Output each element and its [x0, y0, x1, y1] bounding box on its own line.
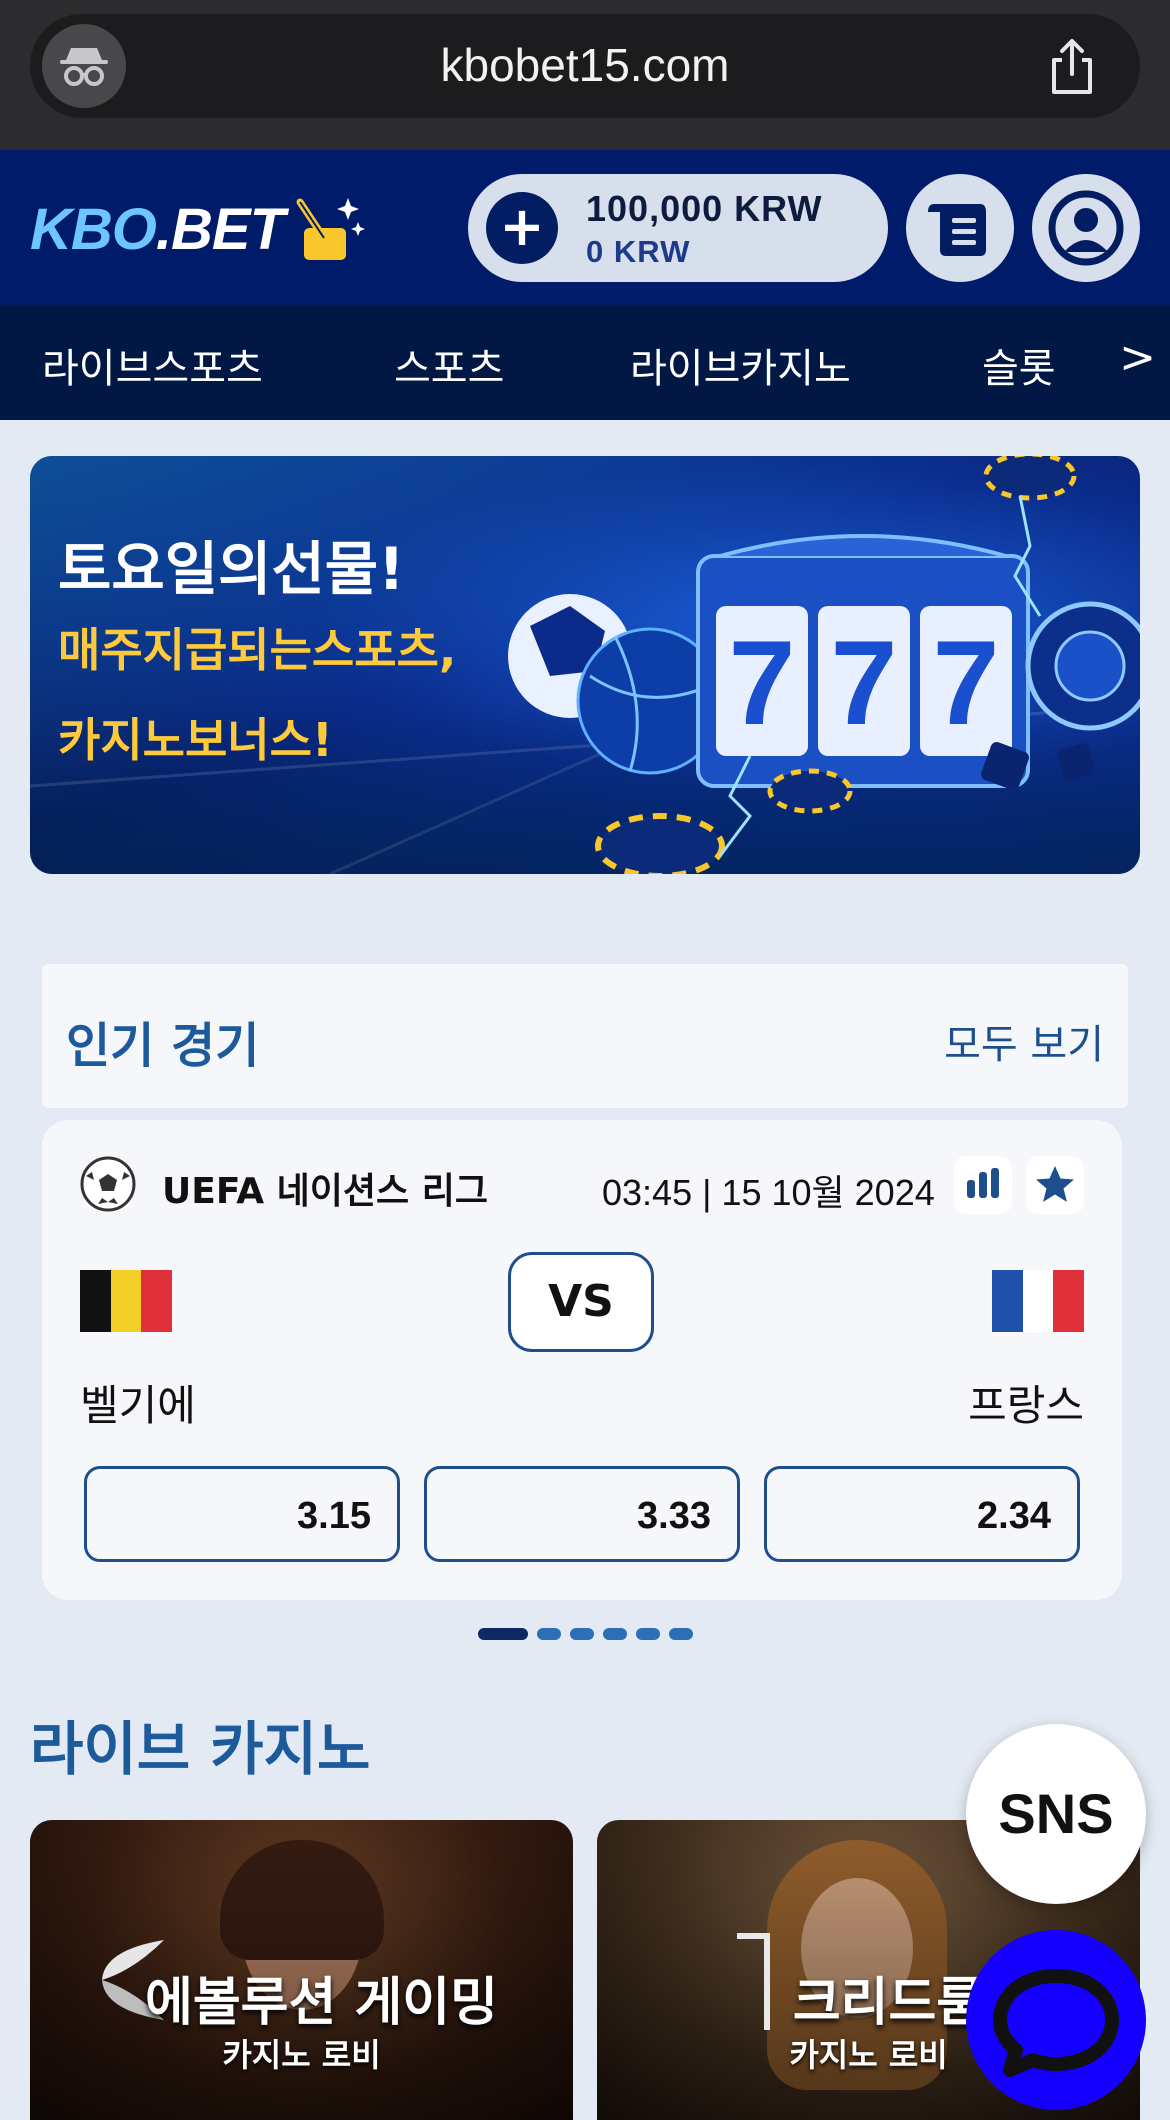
- chat-bubble-icon: [993, 1969, 1119, 2077]
- odds-button-away[interactable]: 2.34: [764, 1466, 1080, 1562]
- user-icon: [1048, 190, 1124, 266]
- match-card[interactable]: UEFA 네이션스 리그 03:45 | 15 10월 2024 VS 벨기에 …: [42, 1120, 1122, 1600]
- away-team-name: 프랑스: [968, 1381, 1084, 1430]
- odds-value: 3.15: [297, 1495, 371, 1537]
- france-flag-icon: [992, 1270, 1085, 1332]
- odds-value: 3.33: [637, 1495, 711, 1537]
- scroll-icon: [928, 204, 986, 256]
- popular-matches-header: 인기 경기 모두 보기: [42, 964, 1128, 1108]
- bar-chart-icon: [967, 1168, 999, 1198]
- home-team-name: 벨기에: [80, 1381, 196, 1430]
- wallet-balance[interactable]: + 100,000 KRW 0 KRW: [468, 174, 888, 282]
- promo-banner[interactable]: 7 7 7 토요일의선물! 매주지급되는스포츠, 카지노보너스!: [30, 456, 1140, 874]
- profile-button[interactable]: [1032, 174, 1140, 282]
- pagination-dot[interactable]: [669, 1628, 693, 1640]
- star-icon: [1036, 1166, 1074, 1202]
- svg-text:7: 7: [831, 616, 898, 750]
- odds-button-draw[interactable]: 3.33: [424, 1466, 740, 1562]
- casino-card-evolution[interactable]: 에볼루션 게이밍 카지노 로비: [30, 1820, 573, 2120]
- stats-button[interactable]: [954, 1156, 1012, 1214]
- svg-text:7: 7: [729, 616, 796, 750]
- soccer-ball-icon: [80, 1156, 136, 1212]
- deposit-plus-button[interactable]: +: [486, 192, 558, 264]
- svg-text:7: 7: [933, 616, 1000, 750]
- banner-headline: 토요일의선물!: [58, 535, 405, 603]
- page: kbobet15.com KBO.BET + 100,000 KRW 0 KRW…: [0, 0, 1170, 2120]
- live-casino-title: 라이브 카지노: [30, 1715, 371, 1783]
- league-name: UEFA 네이션스 리그: [162, 1171, 488, 1212]
- section-title: 인기 경기: [66, 1018, 260, 1074]
- site-header: KBO.BET + 100,000 KRW 0 KRW: [0, 150, 1170, 306]
- odds-button-home[interactable]: 3.15: [84, 1466, 400, 1562]
- magic-wand-icon: [296, 198, 366, 260]
- favorite-button[interactable]: [1026, 1156, 1084, 1214]
- view-all-link[interactable]: 모두 보기: [944, 1012, 1104, 1070]
- main-nav: 라이브스포츠 스포츠 라이브카지노 슬롯 >: [0, 306, 1170, 420]
- banner-subline-1: 매주지급되는스포츠,: [58, 623, 457, 677]
- balance-primary: 100,000 KRW: [586, 188, 823, 229]
- address-bar[interactable]: kbobet15.com: [30, 14, 1140, 118]
- browser-bar: kbobet15.com: [0, 0, 1170, 150]
- nav-item-slots[interactable]: 슬롯: [982, 336, 1056, 394]
- belgium-flag-icon: [80, 1270, 173, 1332]
- pagination-dot[interactable]: [603, 1628, 627, 1640]
- chat-button[interactable]: [966, 1930, 1146, 2110]
- pagination-dot[interactable]: [537, 1628, 561, 1640]
- betslip-button[interactable]: [906, 174, 1014, 282]
- match-datetime: 03:45 | 15 10월 2024: [602, 1172, 935, 1213]
- nav-scroll-right-icon[interactable]: >: [1119, 332, 1156, 383]
- balance-secondary: 0 KRW: [586, 234, 691, 269]
- casino-card-subtitle: 카지노 로비: [222, 2036, 381, 2074]
- banner-subline-2: 카지노보너스!: [58, 713, 333, 767]
- sns-button[interactable]: SNS: [966, 1724, 1146, 1904]
- share-icon[interactable]: [1042, 36, 1102, 98]
- carousel-pagination: [478, 1628, 693, 1640]
- pagination-dot[interactable]: [570, 1628, 594, 1640]
- pagination-dot[interactable]: [636, 1628, 660, 1640]
- url-text[interactable]: kbobet15.com: [30, 38, 1140, 92]
- site-logo[interactable]: KBO.BET: [30, 194, 370, 264]
- vs-badge: VS: [508, 1252, 654, 1352]
- casino-card-name: 에볼루션 게이밍: [145, 1973, 498, 2033]
- logo-main-text: KBO: [30, 196, 157, 262]
- nav-item-sports[interactable]: 스포츠: [394, 336, 504, 394]
- odds-value: 2.34: [977, 1495, 1051, 1537]
- nav-item-live-sports[interactable]: 라이브스포츠: [42, 336, 263, 394]
- nav-item-live-casino[interactable]: 라이브카지노: [630, 336, 851, 394]
- logo-suffix-text: .BET: [155, 196, 285, 262]
- pagination-dot[interactable]: [478, 1628, 528, 1640]
